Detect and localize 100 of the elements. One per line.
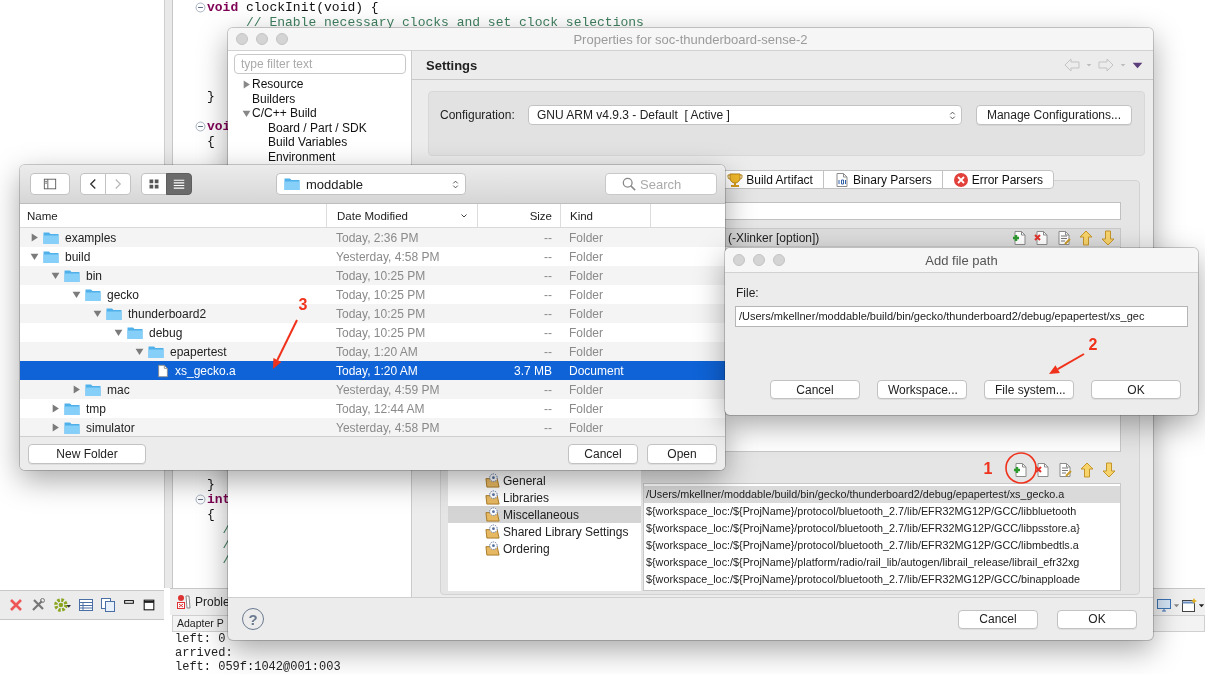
window-title: Add file path — [925, 252, 998, 268]
view-tab[interactable]: Proble — [195, 595, 230, 609]
delete-file-icon[interactable] — [1035, 462, 1051, 478]
list-item[interactable]: ${workspace_loc:/${ProjName}/platform/radio/rail_lib/autogen/librail_release/librail_efr32xg — [644, 554, 1120, 571]
move-down-icon[interactable] — [1101, 462, 1117, 478]
column-header[interactable]: Name — [20, 204, 326, 227]
disclosure-triangle-icon[interactable] — [51, 404, 60, 413]
move-up-icon[interactable] — [1078, 229, 1094, 246]
tree-item[interactable]: Ordering — [448, 540, 641, 557]
file-kind: Folder — [568, 268, 604, 283]
column-header[interactable]: Size — [477, 204, 560, 227]
tools-icon[interactable] — [30, 597, 46, 613]
back-button[interactable] — [80, 173, 106, 195]
monitor-icon[interactable] — [1156, 597, 1172, 613]
new-folder-button[interactable]: New Folder — [28, 443, 146, 464]
tree-item[interactable]: C/C++ Build — [252, 106, 317, 121]
disclosure-triangle-icon[interactable] — [51, 423, 60, 432]
add-file-icon[interactable] — [1013, 462, 1029, 478]
list-item[interactable]: ${workspace_loc:/${ProjName}/protocol/bluetooth_2.7/lib/EFR32MG12P/GCC/libpsstore.a} — [644, 520, 1120, 537]
file-kind: Folder — [568, 287, 604, 302]
console-line: arrived: — [174, 646, 234, 660]
fold-icon[interactable] — [195, 2, 206, 13]
move-down-icon[interactable] — [1100, 229, 1116, 246]
disclosure-triangle-icon[interactable] — [114, 328, 123, 337]
tree-item[interactable]: Miscellaneous — [448, 506, 641, 523]
file-row[interactable]: simulator Yesterday, 4:58 PM -- Folder — [20, 418, 725, 436]
list-item[interactable]: /Users/mkellner/moddable/build/bin/gecko/thunderboard2/debug/epapertest/xs_gecko.a — [644, 486, 1120, 503]
location-popup[interactable]: moddable — [276, 173, 466, 195]
delete-icon[interactable] — [8, 597, 24, 613]
window-icon[interactable] — [1181, 597, 1197, 613]
trophy-icon — [727, 171, 744, 188]
cancel-button[interactable]: Cancel — [958, 609, 1038, 629]
column-header[interactable]: Kind — [560, 204, 650, 227]
tab[interactable]: Binary Parsers — [822, 170, 943, 189]
open-button[interactable]: Open — [647, 443, 717, 464]
filter-field[interactable]: type filter text — [234, 54, 406, 74]
file-row[interactable]: epapertest Today, 1:20 AM -- Folder — [20, 342, 725, 361]
tree-item[interactable]: Environment — [268, 149, 336, 164]
view-mode-button[interactable] — [166, 173, 192, 195]
tree-item[interactable]: Builders — [252, 91, 296, 106]
column-header[interactable]: Date Modified — [337, 209, 408, 222]
file-row[interactable]: tmp Today, 12:44 AM -- Folder — [20, 399, 725, 418]
view-mode-button[interactable] — [141, 173, 167, 195]
sidebar-icon — [41, 177, 59, 191]
table-icon[interactable] — [78, 597, 94, 613]
file-row[interactable]: debug Today, 10:25 PM -- Folder — [20, 323, 725, 342]
dialog-button[interactable]: OK — [1091, 380, 1181, 399]
disclosure-triangle-icon[interactable] — [30, 252, 39, 261]
file-path-field[interactable]: /Users/mkellner/moddable/build/bin/gecko/thunderboard2/debug/epapertest/xs_gec — [735, 306, 1188, 327]
file-size: -- — [543, 287, 553, 302]
copy-icon[interactable] — [100, 597, 116, 613]
code-comment: // Enable necessary clocks and set clock selections — [245, 15, 644, 30]
tree-item[interactable]: Board / Part / SDK — [268, 120, 367, 135]
date-modified: Today, 10:25 PM — [335, 287, 427, 302]
edit-file-icon[interactable] — [1056, 229, 1072, 246]
tree-item[interactable]: Build Variables — [268, 135, 348, 150]
disclosure-triangle-icon[interactable] — [72, 290, 81, 299]
disclosure-triangle-icon[interactable] — [242, 79, 251, 89]
disclosure-triangle-icon[interactable] — [51, 271, 60, 280]
disclosure-triangle-icon[interactable] — [72, 385, 81, 394]
disclosure-triangle-icon[interactable] — [135, 347, 144, 356]
sidebar-toggle-button[interactable] — [30, 173, 70, 195]
fold-icon[interactable] — [195, 121, 206, 132]
disclosure-triangle-icon[interactable] — [93, 309, 102, 318]
edit-file-icon[interactable] — [1057, 462, 1073, 478]
date-modified: Yesterday, 4:58 PM — [335, 420, 441, 435]
manage-configurations-button[interactable]: Manage Configurations... — [975, 105, 1132, 125]
tree-item[interactable]: General — [448, 472, 641, 489]
tree-item[interactable]: Shared Library Settings — [448, 523, 641, 540]
tab[interactable]: Error Parsers — [941, 170, 1054, 189]
file-size: -- — [543, 420, 553, 435]
list-header: (-Xlinker [option]) — [728, 230, 820, 245]
maximize-icon[interactable] — [142, 598, 156, 612]
dialog-button[interactable]: Cancel — [770, 380, 860, 399]
cancel-button[interactable]: Cancel — [568, 443, 638, 464]
list-item[interactable]: ${workspace_loc:/${ProjName}/protocol/bluetooth_2.7/lib/EFR32MG12P/GCC/libbluetooth — [644, 503, 1120, 520]
tree-item[interactable]: Libraries — [448, 489, 641, 506]
move-up-icon[interactable] — [1079, 462, 1095, 478]
file-row[interactable]: bin Today, 10:25 PM -- Folder — [20, 266, 725, 285]
list-item[interactable]: ${workspace_loc:/${ProjName}/protocol/bluetooth_2.7/lib/EFR32MG12P/GCC/libmbedtls.a — [644, 537, 1120, 554]
dialog-button[interactable]: Workspace... — [877, 380, 967, 399]
file-row[interactable]: examples Today, 2:36 PM -- Folder — [20, 228, 725, 247]
file-row[interactable]: xs_gecko.a Today, 1:20 AM 3.7 MB Document — [20, 361, 725, 380]
configuration-select[interactable]: GNU ARM v4.9.3 - Default [ Active ] — [528, 105, 962, 125]
file-row[interactable]: mac Yesterday, 4:59 PM -- Folder — [20, 380, 725, 399]
ok-button[interactable]: OK — [1057, 609, 1137, 629]
tree-item[interactable]: Resource — [252, 77, 304, 92]
caret-icon — [1086, 62, 1092, 68]
field-label: File: — [736, 286, 760, 300]
caret-icon — [1120, 62, 1126, 68]
disclosure-triangle-icon[interactable] — [242, 108, 251, 118]
list-item[interactable]: ${workspace_loc:/${ProjName}/protocol/bluetooth_2.7/lib/EFR32MG12P/GCC/binapploade — [644, 571, 1120, 588]
add-file-icon[interactable] — [1012, 229, 1028, 246]
delete-file-icon[interactable] — [1034, 229, 1050, 246]
file-row[interactable]: build Yesterday, 4:58 PM -- Folder — [20, 247, 725, 266]
fold-icon[interactable] — [195, 494, 206, 505]
folder-icon — [283, 176, 301, 192]
gear-icon[interactable] — [52, 596, 72, 614]
disclosure-triangle-icon[interactable] — [30, 233, 39, 242]
dialog-button[interactable]: File system... — [984, 380, 1074, 399]
